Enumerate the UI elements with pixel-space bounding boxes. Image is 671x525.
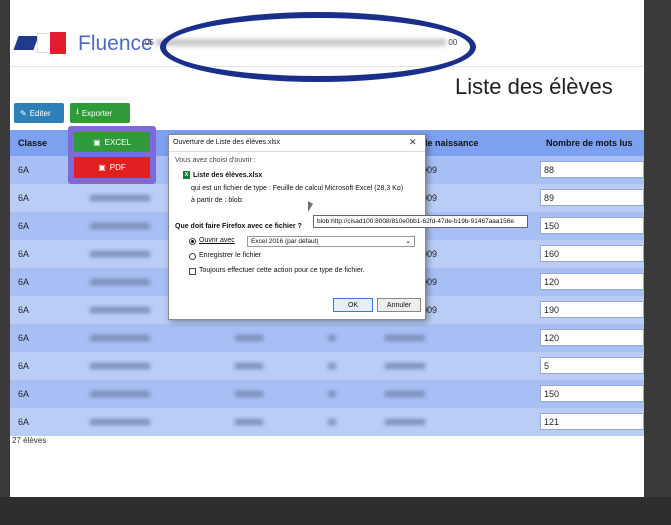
words-read-input[interactable]: 150: [540, 217, 644, 234]
cell-classe: 6A: [18, 249, 30, 259]
pdf-file-icon: ▣: [98, 163, 106, 172]
always-label: Toujours effectuer cette action pour ce …: [199, 267, 365, 274]
student-count: 27 élèves: [12, 436, 47, 445]
blurred-cell: [90, 307, 150, 313]
blurred-cell: [385, 419, 425, 425]
cell-classe: 6A: [18, 193, 30, 203]
cell-classe: 6A: [18, 389, 30, 399]
page-title: Liste des élèves: [455, 74, 613, 99]
words-read-input[interactable]: 88: [540, 161, 644, 178]
open-with-label: Ouvrir avec: [199, 237, 235, 244]
dialog-filetype: qui est un fichier de type : Feuille de …: [191, 185, 404, 192]
cell-classe: 6A: [18, 361, 30, 371]
save-file-label: Enregistrer le fichier: [199, 252, 262, 259]
words-read-input[interactable]: 120: [540, 273, 644, 290]
dialog-source: à partir de : blob:: [191, 197, 244, 204]
export-button[interactable]: ⭳ Exporter: [70, 103, 130, 123]
words-read-input[interactable]: 120: [540, 329, 644, 346]
chevron-down-icon: ⌄: [405, 238, 411, 245]
blurred-cell: [235, 391, 263, 397]
col-birth[interactable]: de naissance: [422, 138, 479, 148]
download-icon: ⭳: [76, 107, 79, 116]
mouse-cursor-icon: [308, 201, 313, 212]
cell-classe: 6A: [18, 305, 30, 315]
export-excel-item[interactable]: ▣ EXCEL: [74, 132, 150, 152]
blurred-cell: [328, 391, 336, 397]
dark-margin-right: [644, 0, 671, 525]
blurred-cell: [90, 279, 150, 285]
words-read-input[interactable]: 150: [540, 385, 644, 402]
blurred-cell: [90, 363, 150, 369]
top-header: Fluence 05 00: [10, 0, 644, 82]
save-file-radio[interactable]: [189, 253, 196, 260]
blurred-cell: [90, 195, 150, 201]
blurred-cell: [235, 335, 263, 341]
table-row: 6A 121: [10, 408, 644, 436]
words-read-input[interactable]: 190: [540, 301, 644, 318]
words-read-input[interactable]: 89: [540, 189, 644, 206]
table-row: 6A 5: [10, 352, 644, 380]
words-read-input[interactable]: 5: [540, 357, 644, 374]
blurred-cell: [385, 335, 425, 341]
blurred-cell: [90, 391, 150, 397]
blurred-cell: [235, 419, 263, 425]
blurred-cell: [235, 363, 263, 369]
edit-icon: ✎: [20, 108, 27, 118]
cell-classe: 6A: [18, 417, 30, 427]
ok-button[interactable]: OK: [333, 298, 373, 312]
cell-classe: 6A: [18, 221, 30, 231]
blurred-cell: [90, 223, 150, 229]
dialog-intro: Vous avez choisi d'ouvrir :: [175, 157, 256, 164]
dialog-title: Ouverture de Liste des élèves.xlsx: [173, 139, 280, 146]
export-pdf-item[interactable]: ▣ PDF: [74, 157, 150, 178]
col-words-read[interactable]: Nombre de mots lus: [546, 138, 633, 148]
open-with-radio[interactable]: [189, 238, 196, 245]
blurred-cell: [90, 419, 150, 425]
republique-logo: [13, 32, 76, 54]
app-window: Fluence 05 00 Liste des élèves ✎ Editer …: [10, 0, 644, 497]
dark-margin-bottom: [0, 497, 671, 525]
app-select[interactable]: Excel 2016 (par défaut) ⌄: [247, 236, 415, 247]
dialog-question: Que doit faire Firefox avec ce fichier ?: [175, 223, 302, 230]
blurred-cell: [385, 363, 425, 369]
table-row: 6A 150: [10, 380, 644, 408]
table-row: 6A 120: [10, 324, 644, 352]
blurred-cell: [328, 419, 336, 425]
brand-name: Fluence: [78, 32, 153, 55]
annotation-oval: [160, 12, 476, 82]
export-menu: ▣ EXCEL ▣ PDF: [68, 126, 156, 184]
cell-classe: 6A: [18, 333, 30, 343]
always-checkbox[interactable]: [189, 268, 196, 275]
cell-classe: 6A: [18, 165, 30, 175]
blurred-cell: [385, 391, 425, 397]
blurred-cell: [90, 335, 150, 341]
close-icon[interactable]: ✕: [409, 137, 417, 148]
blob-url-tooltip: blob:http://cisad100:8008/810e0bb1-62fd-…: [313, 215, 528, 228]
col-classe[interactable]: Classe: [18, 138, 47, 148]
excel-file-icon: ▣: [93, 137, 101, 147]
blurred-cell: [328, 363, 336, 369]
edit-button[interactable]: ✎ Editer: [14, 103, 64, 123]
blurred-cell: [328, 335, 336, 341]
words-read-input[interactable]: 121: [540, 413, 644, 430]
dialog-filename: X Liste des élèves.xlsx: [183, 171, 263, 179]
cancel-button[interactable]: Annuler: [377, 298, 421, 312]
blurred-cell: [90, 251, 150, 257]
cell-classe: 6A: [18, 277, 30, 287]
words-read-input[interactable]: 160: [540, 245, 644, 262]
excel-icon: X: [183, 171, 190, 179]
